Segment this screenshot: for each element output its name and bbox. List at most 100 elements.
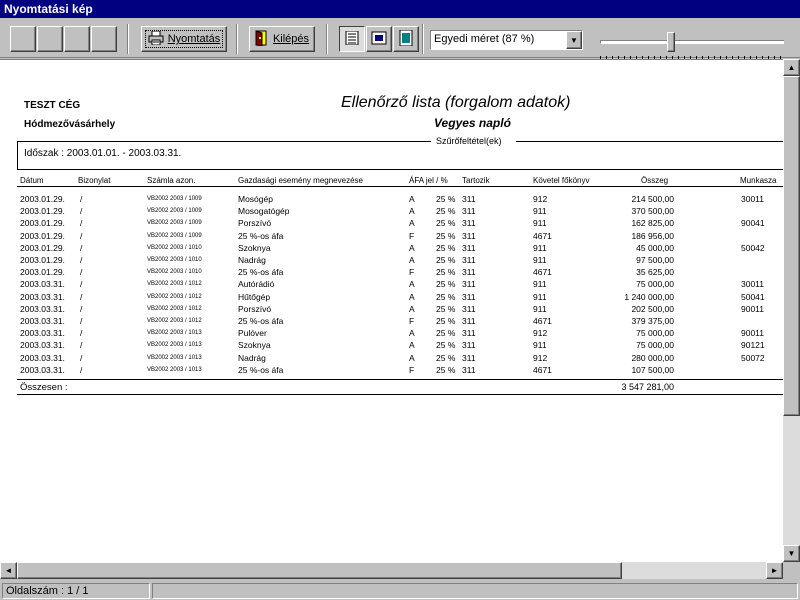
next-page-button[interactable]: [64, 26, 90, 52]
cell-job: 50042: [741, 242, 765, 253]
exit-button[interactable]: Kilépés: [249, 26, 315, 52]
preview-viewport: TESZT CÉG Hódmezővásárhely Ellenőrző lis…: [0, 59, 783, 562]
page-width-view-button[interactable]: [366, 26, 392, 52]
cell-debit: 311: [462, 206, 476, 217]
cell-debit: 311: [462, 291, 476, 302]
cell-vat-code: A: [409, 328, 415, 339]
cell-date: 2003.03.31.: [20, 364, 65, 375]
col-header-voucher: Bizonylat: [78, 176, 111, 185]
cell-credit: 911: [533, 218, 547, 229]
cell-debit: 311: [462, 328, 476, 339]
cell-voucher: /: [80, 194, 83, 204]
scrollbar-corner: [783, 562, 800, 579]
cell-amount: 379 375,00: [631, 316, 674, 326]
cell-debit: 311: [462, 303, 476, 314]
cell-event: 25 %-os áfa: [238, 364, 284, 375]
cell-date: 2003.03.31.: [20, 340, 65, 351]
scroll-down-button[interactable]: ▼: [783, 545, 800, 562]
cell-event: Mosogatógép: [238, 206, 290, 217]
whole-page-view-button[interactable]: [393, 26, 419, 52]
header-bottom-rule: [17, 186, 783, 187]
cell-event: Nadrág: [238, 255, 266, 265]
cell-amount: 75 000,00: [636, 279, 674, 290]
toolbar-separator: [422, 24, 424, 54]
cell-voucher: /: [80, 230, 83, 241]
cell-invoice: VB2002 2003 / 1012: [147, 293, 202, 300]
cell-date: 2003.01.29.: [20, 242, 65, 253]
arrow-left-icon: ◄: [4, 566, 13, 575]
scroll-right-button[interactable]: ►: [766, 562, 783, 579]
zoom-select-value: Egyedi méret (87 %): [434, 33, 535, 45]
first-page-button[interactable]: [10, 26, 36, 52]
cell-date: 2003.03.31.: [20, 279, 65, 290]
vertical-scroll-thumb[interactable]: [783, 76, 800, 416]
cell-voucher: /: [80, 328, 83, 339]
cell-vat-code: F: [409, 230, 415, 241]
toolbar-separator: [127, 24, 129, 54]
filter-frame-top-left: [17, 141, 431, 142]
cell-job: 90011: [741, 328, 765, 339]
one-page-view-button[interactable]: [339, 26, 365, 52]
cell-amount: 202 500,00: [631, 303, 674, 314]
scroll-up-button[interactable]: ▲: [783, 59, 800, 76]
cell-amount: 214 500,00: [631, 194, 674, 204]
cell-amount: 186 956,00: [631, 230, 674, 241]
cell-amount: 75 000,00: [636, 328, 674, 339]
cell-debit: 311: [462, 218, 476, 229]
cell-vat-percent: 25 %: [436, 242, 456, 253]
cell-amount: 280 000,00: [631, 352, 674, 363]
cell-date: 2003.03.31.: [20, 316, 65, 326]
cell-invoice: VB2002 2003 / 1012: [147, 281, 202, 288]
cell-vat-percent: 25 %: [436, 194, 456, 204]
cell-job: 50041: [741, 291, 765, 302]
cell-invoice: VB2002 2003 / 1013: [147, 366, 202, 373]
horizontal-scrollbar[interactable]: ◄ ►: [0, 562, 783, 579]
total-amount: 3 547 281,00: [621, 382, 674, 392]
exit-door-icon: [255, 29, 269, 49]
cell-vat-code: A: [409, 218, 415, 229]
cell-vat-code: A: [409, 194, 415, 204]
arrow-down-icon: ▼: [787, 549, 796, 558]
cell-invoice: VB2002 2003 / 1009: [147, 208, 202, 215]
cell-vat-code: A: [409, 255, 415, 265]
cell-event: Szoknya: [238, 340, 271, 351]
cell-event: 25 %-os áfa: [238, 316, 284, 326]
status-bar: Oldalszám : 1 / 1: [0, 581, 800, 600]
cell-vat-percent: 25 %: [436, 291, 456, 302]
cell-voucher: /: [80, 352, 83, 363]
last-page-button[interactable]: [91, 26, 117, 52]
horizontal-scroll-thumb[interactable]: [17, 562, 622, 579]
cell-debit: 311: [462, 230, 476, 241]
cell-debit: 311: [462, 194, 476, 204]
cell-job: 90041: [741, 218, 765, 229]
cell-amount: 1 240 000,00: [624, 291, 674, 302]
cell-debit: 311: [462, 316, 476, 326]
report-page: TESZT CÉG Hódmezővásárhely Ellenőrző lis…: [0, 60, 783, 562]
cell-vat-percent: 25 %: [436, 340, 456, 351]
scroll-left-button[interactable]: ◄: [0, 562, 17, 579]
cell-credit: 911: [533, 340, 547, 351]
cell-vat-code: A: [409, 242, 415, 253]
cell-debit: 311: [462, 255, 476, 265]
cell-vat-percent: 25 %: [436, 328, 456, 339]
zoom-select[interactable]: Egyedi méret (87 %) ▼: [430, 30, 583, 50]
cell-vat-percent: 25 %: [436, 230, 456, 241]
print-button[interactable]: Nyomtatás: [141, 26, 227, 52]
cell-invoice: VB2002 2003 / 1009: [147, 196, 202, 202]
cell-date: 2003.03.31.: [20, 328, 65, 339]
zoom-slider-thumb[interactable]: [666, 32, 675, 52]
cell-credit: 911: [533, 303, 547, 314]
zoom-slider-track[interactable]: [600, 40, 784, 44]
cell-invoice: VB2002 2003 / 1013: [147, 342, 202, 349]
toolbar-separator: [326, 24, 328, 54]
cell-event: Hűtőgép: [238, 291, 271, 302]
cell-event: Mosógép: [238, 194, 273, 204]
vertical-scrollbar[interactable]: ▲ ▼: [783, 59, 800, 579]
cell-event: Szoknya: [238, 242, 271, 253]
cell-invoice: VB2002 2003 / 1013: [147, 354, 202, 361]
cell-job: 30011: [741, 279, 765, 290]
chevron-down-icon[interactable]: ▼: [566, 31, 582, 49]
previous-page-button[interactable]: [37, 26, 63, 52]
cell-vat-code: F: [409, 364, 415, 375]
total-top-rule: [17, 379, 783, 380]
